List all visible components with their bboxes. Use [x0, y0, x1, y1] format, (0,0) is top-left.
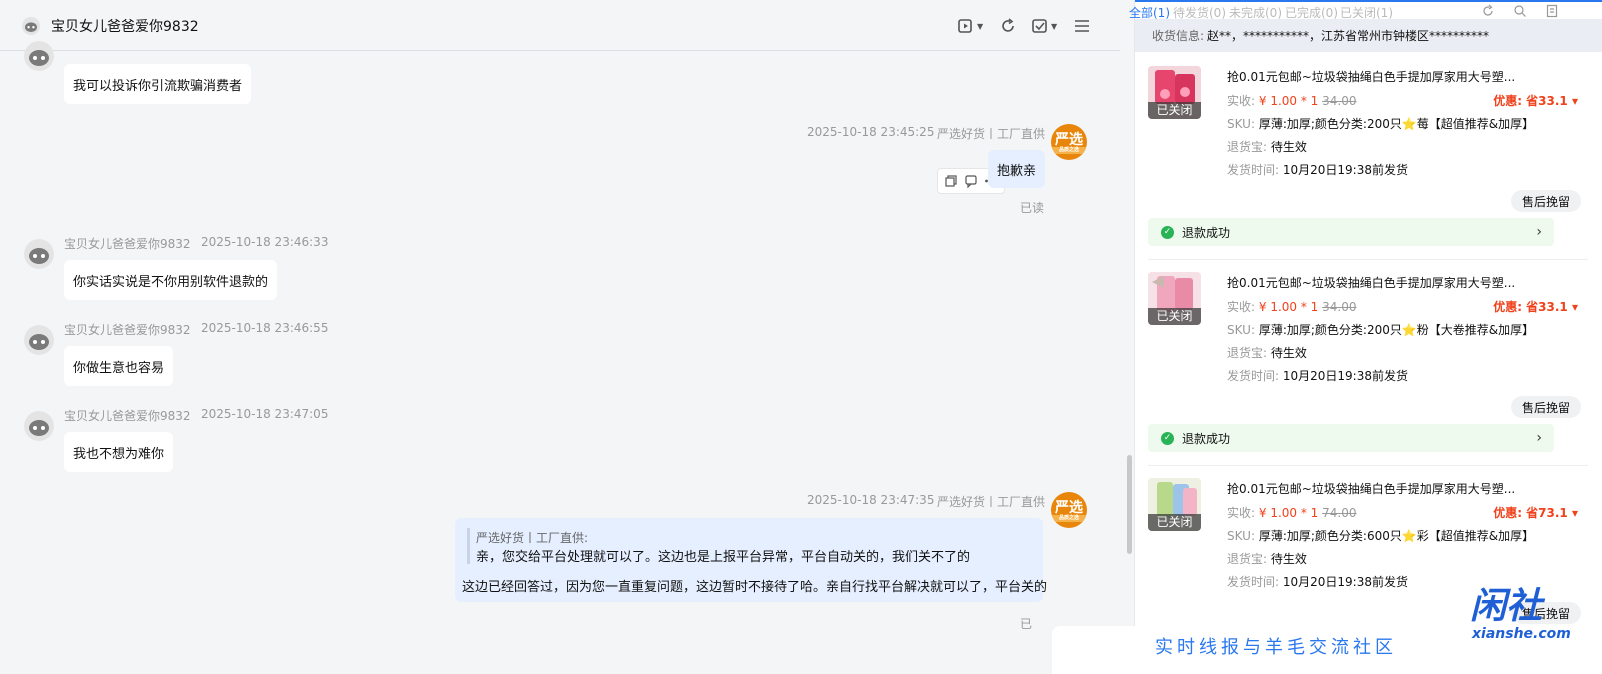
- message-bubble[interactable]: 我可以投诉你引流欺骗消费者: [64, 64, 252, 104]
- message-time: 2025-10-18 23:47:05: [201, 407, 329, 421]
- seller-avatar[interactable]: 严选 品质之选: [1051, 492, 1087, 528]
- chat-header: 宝贝女儿爸爸爱你9832 ▼ ▼: [0, 0, 1120, 51]
- sender-name: 宝贝女儿爸爸爱你9832: [64, 237, 191, 251]
- buyer-avatar[interactable]: [24, 325, 54, 355]
- quote-reply-icon[interactable]: [964, 174, 978, 188]
- chevron-down-icon: ▼: [977, 21, 984, 31]
- buyer-avatar[interactable]: [24, 239, 54, 269]
- sku-row: SKU: 厚薄:加厚;颜色分类:600只⭐彩【超值推荐&加厚】: [1227, 529, 1535, 543]
- return-row: 退货宝: 待生效: [1227, 346, 1307, 360]
- order-card[interactable]: 已关闭 抢0.01元包邮~垃圾袋抽绳白色手提加厚家用大号塑... 实收: ¥ 1…: [1135, 272, 1602, 477]
- quote-bar: [467, 528, 470, 564]
- note-icon[interactable]: [1545, 4, 1559, 18]
- message-time: 2025-10-18 23:45:25: [807, 125, 935, 139]
- quoted-message-bubble[interactable]: 严选好货丨工厂直供: 亲，您交给平台处理就可以了。这边也是上报平台异常，平台自动…: [455, 518, 1047, 602]
- message-bubble[interactable]: 我也不想为难你: [64, 432, 174, 472]
- product-title[interactable]: 抢0.01元包邮~垃圾袋抽绳白色手提加厚家用大号塑...: [1227, 480, 1515, 497]
- chat-scrollbar[interactable]: [1127, 455, 1132, 554]
- sender-name: 宝贝女儿爸爸爱你9832: [64, 409, 191, 423]
- discount[interactable]: 优惠: 省33.1 ▾: [1493, 298, 1578, 315]
- buyer-avatar[interactable]: [24, 411, 54, 441]
- refund-status[interactable]: ✓ 退款成功 ›: [1148, 424, 1554, 452]
- video-call-button[interactable]: ▼: [957, 16, 983, 36]
- watermark-slogan: 实时线报与羊毛交流社区: [1155, 637, 1397, 658]
- closed-tag: 已关闭: [1148, 308, 1201, 325]
- order-card[interactable]: 已关闭 抢0.01元包邮~垃圾袋抽绳白色手提加厚家用大号塑... 实收: ¥ 1…: [1135, 66, 1602, 271]
- divider: [1148, 259, 1588, 260]
- buyer-avatar[interactable]: [24, 41, 54, 71]
- ship-row: 发货时间: 10月20日19:38前发货: [1227, 163, 1408, 177]
- ship-row: 发货时间: 10月20日19:38前发货: [1227, 369, 1408, 383]
- sender-name: 宝贝女儿爸爸爱你9832: [64, 323, 191, 337]
- refresh-icon: [1002, 18, 1014, 32]
- paid-row: 实收: ¥ 1.00 * 1 34.00: [1227, 300, 1357, 314]
- message-shop: 严选好货丨工厂直供: [937, 495, 1046, 509]
- chat-panel: 宝贝女儿爸爸爱你9832 ▼ ▼ 我可以投诉你引流欺骗消费者 2025-10-1…: [0, 0, 1134, 674]
- menu-button[interactable]: [1073, 16, 1091, 36]
- chevron-down-icon: ▼: [1051, 21, 1058, 31]
- svg-text:xianshe.com: xianshe.com: [1471, 626, 1571, 642]
- product-thumbnail[interactable]: 已关闭: [1148, 272, 1201, 325]
- closed-tag: 已关闭: [1148, 102, 1201, 119]
- message-shop: 严选好货丨工厂直供: [937, 127, 1046, 141]
- quote-author: 严选好货丨工厂直供:: [476, 531, 589, 545]
- message-bubble[interactable]: 你做生意也容易: [64, 346, 174, 386]
- video-icon: [958, 19, 972, 33]
- shipping-info: 收货信息: 赵**，***********，江苏省常州市钟楼区*********…: [1135, 19, 1602, 52]
- sku-row: SKU: 厚薄:加厚;颜色分类:200只⭐粉【大卷推荐&加厚】: [1227, 323, 1535, 337]
- chevron-down-icon: ▾: [1571, 506, 1578, 520]
- app-window: 宝贝女儿爸爸爱你9832 ▼ ▼ 我可以投诉你引流欺骗消费者 2025-10-1…: [0, 0, 1602, 674]
- chevron-down-icon: ▾: [1571, 94, 1578, 108]
- message-time: 2025-10-18 23:46:55: [201, 321, 329, 335]
- task-button[interactable]: ▼: [1031, 16, 1057, 36]
- menu-icon: [1075, 20, 1089, 32]
- message-bubble[interactable]: 你实话实说是不你用别软件退款的: [64, 260, 278, 300]
- read-status: 已: [1020, 617, 1033, 631]
- check-circle-icon: ✓: [1161, 431, 1174, 445]
- search-icon[interactable]: [1513, 4, 1527, 18]
- product-title[interactable]: 抢0.01元包邮~垃圾袋抽绳白色手提加厚家用大号塑...: [1227, 274, 1515, 291]
- paid-row: 实收: ¥ 1.00 * 1 74.00: [1227, 506, 1357, 520]
- message-time: 2025-10-18 23:46:33: [201, 235, 329, 249]
- chevron-right-icon: ›: [1536, 224, 1542, 240]
- refund-status[interactable]: ✓ 退款成功 ›: [1148, 218, 1554, 246]
- contact-avatar[interactable]: [22, 17, 40, 35]
- message-time: 2025-10-18 23:47:35: [807, 493, 935, 507]
- xianshe-logo: 闲社 xianshe.com: [1470, 586, 1571, 642]
- sku-row: SKU: 厚薄:加厚;颜色分类:200只⭐莓【超值推荐&加厚】: [1227, 117, 1535, 131]
- chevron-right-icon: ›: [1536, 430, 1542, 446]
- check-circle-icon: ✓: [1161, 225, 1174, 239]
- divider: [1148, 465, 1588, 466]
- return-row: 退货宝: 待生效: [1227, 552, 1307, 566]
- order-tabs: 全部(1) 待发货(0) 未完成(0) 已完成(0) 已关闭(1): [1129, 0, 1602, 20]
- message-text: 这边已经回答过，因为您一直重复问题，这边暂时不接待了哈。亲自行找平台解决就可以了…: [462, 580, 1048, 595]
- contact-name: 宝贝女儿爸爸爱你9832: [51, 19, 199, 35]
- seller-avatar[interactable]: 严选 品质之选: [1051, 124, 1087, 160]
- quote-text: 亲，您交给平台处理就可以了。这边也是上报平台异常，平台自动关的，我们关不了的: [476, 550, 971, 565]
- svg-text:闲社: 闲社: [1470, 586, 1546, 627]
- refresh-button[interactable]: [999, 16, 1017, 36]
- ship-row: 发货时间: 10月20日19:38前发货: [1227, 575, 1408, 589]
- shipping-info-label: 收货信息:: [1152, 29, 1205, 43]
- product-thumbnail[interactable]: 已关闭: [1148, 478, 1201, 531]
- aftersale-button[interactable]: 售后挽留: [1511, 190, 1581, 212]
- discount[interactable]: 优惠: 省33.1 ▾: [1493, 92, 1578, 109]
- paid-row: 实收: ¥ 1.00 * 1 34.00: [1227, 94, 1357, 108]
- orders-panel: 全部(1) 待发货(0) 未完成(0) 已完成(0) 已关闭(1) 收货信息: …: [1129, 0, 1602, 674]
- refresh-icon[interactable]: [1481, 4, 1495, 18]
- aftersale-button[interactable]: 售后挽留: [1511, 396, 1581, 418]
- product-thumbnail[interactable]: 已关闭: [1148, 66, 1201, 119]
- closed-tag: 已关闭: [1148, 514, 1201, 531]
- product-title[interactable]: 抢0.01元包邮~垃圾袋抽绳白色手提加厚家用大号塑...: [1227, 68, 1515, 85]
- discount[interactable]: 优惠: 省73.1 ▾: [1493, 504, 1578, 521]
- return-row: 退货宝: 待生效: [1227, 140, 1307, 154]
- read-status: 已读: [1020, 201, 1045, 215]
- shipping-info-value: 赵**，***********，江苏省常州市钟楼区**********: [1207, 29, 1490, 43]
- chevron-down-icon: ▾: [1571, 300, 1578, 314]
- check-square-icon: [1032, 19, 1047, 33]
- message-bubble[interactable]: 抱歉亲: [988, 150, 1046, 188]
- copy-icon[interactable]: [944, 174, 958, 188]
